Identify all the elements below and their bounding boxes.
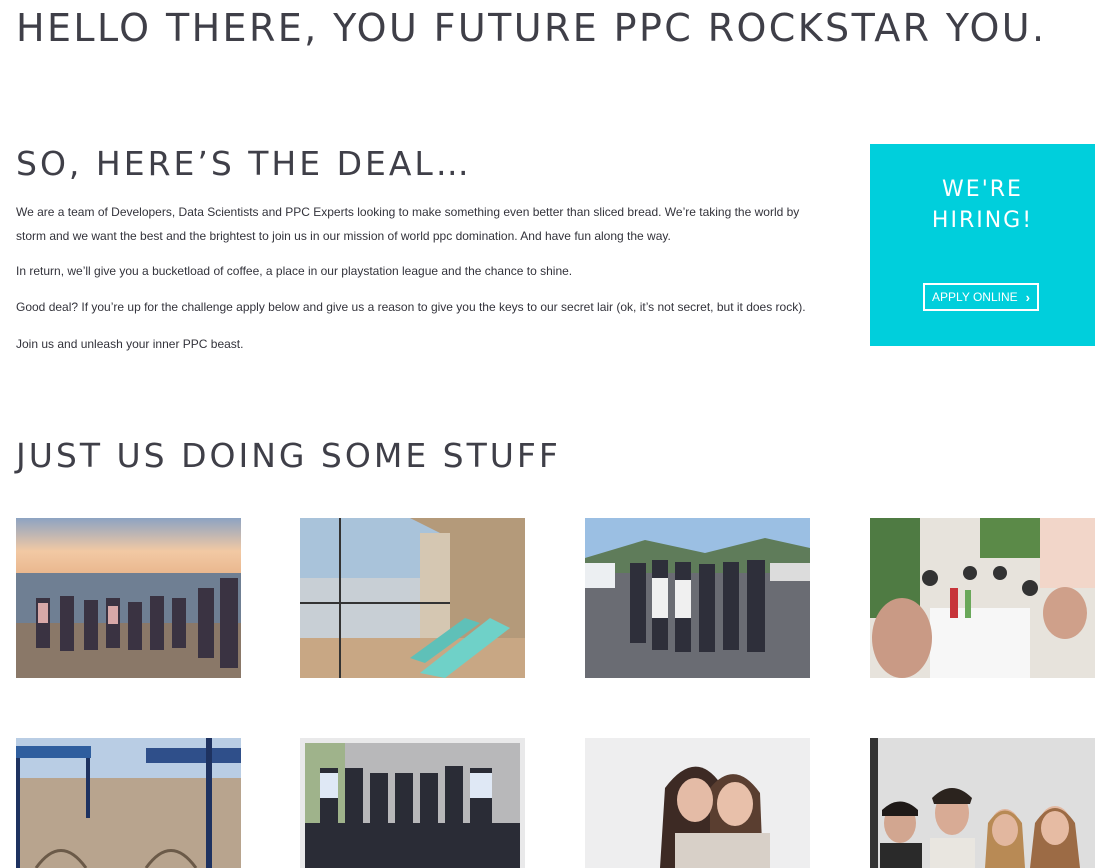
photo-team-group-photo[interactable] — [300, 738, 525, 868]
gallery-heading: JUST US DOING SOME STUFF — [16, 436, 561, 475]
apply-online-button[interactable]: APPLY ONLINE › — [923, 283, 1039, 311]
photo-balcony-with-deckchairs[interactable] — [300, 518, 525, 678]
deal-paragraph: In return, we’ll give you a bucketload o… — [16, 264, 573, 278]
deal-paragraph: Good deal? If you’re up for the challeng… — [16, 300, 806, 314]
photo-four-colleagues-portrait[interactable] — [870, 738, 1095, 868]
photo-beach-with-umbrellas[interactable] — [16, 738, 241, 868]
deal-paragraph: We are a team of Developers, Data Scient… — [16, 205, 800, 243]
chevron-right-icon: › — [1025, 289, 1030, 305]
deal-paragraph: Join us and unleash your inner PPC beast… — [16, 337, 244, 351]
hiring-banner: WE'RE HIRING! APPLY ONLINE › — [870, 144, 1095, 346]
page-title: HELLO THERE, YOU FUTURE PPC ROCKSTAR YOU… — [16, 6, 1047, 50]
hiring-headline: WE'RE HIRING! — [870, 174, 1095, 236]
photo-two-colleagues-hugging[interactable] — [585, 738, 810, 868]
hiring-line: WE'RE — [942, 177, 1023, 202]
photo-team-on-beach-at-sunset[interactable] — [16, 518, 241, 678]
photo-team-lunch-selfie[interactable] — [870, 518, 1095, 678]
deal-heading: SO, HERE’S THE DEAL… — [16, 144, 472, 183]
hiring-line: HIRING! — [931, 208, 1034, 233]
apply-online-label: APPLY ONLINE — [932, 290, 1018, 304]
photo-team-in-parking-lot[interactable] — [585, 518, 810, 678]
